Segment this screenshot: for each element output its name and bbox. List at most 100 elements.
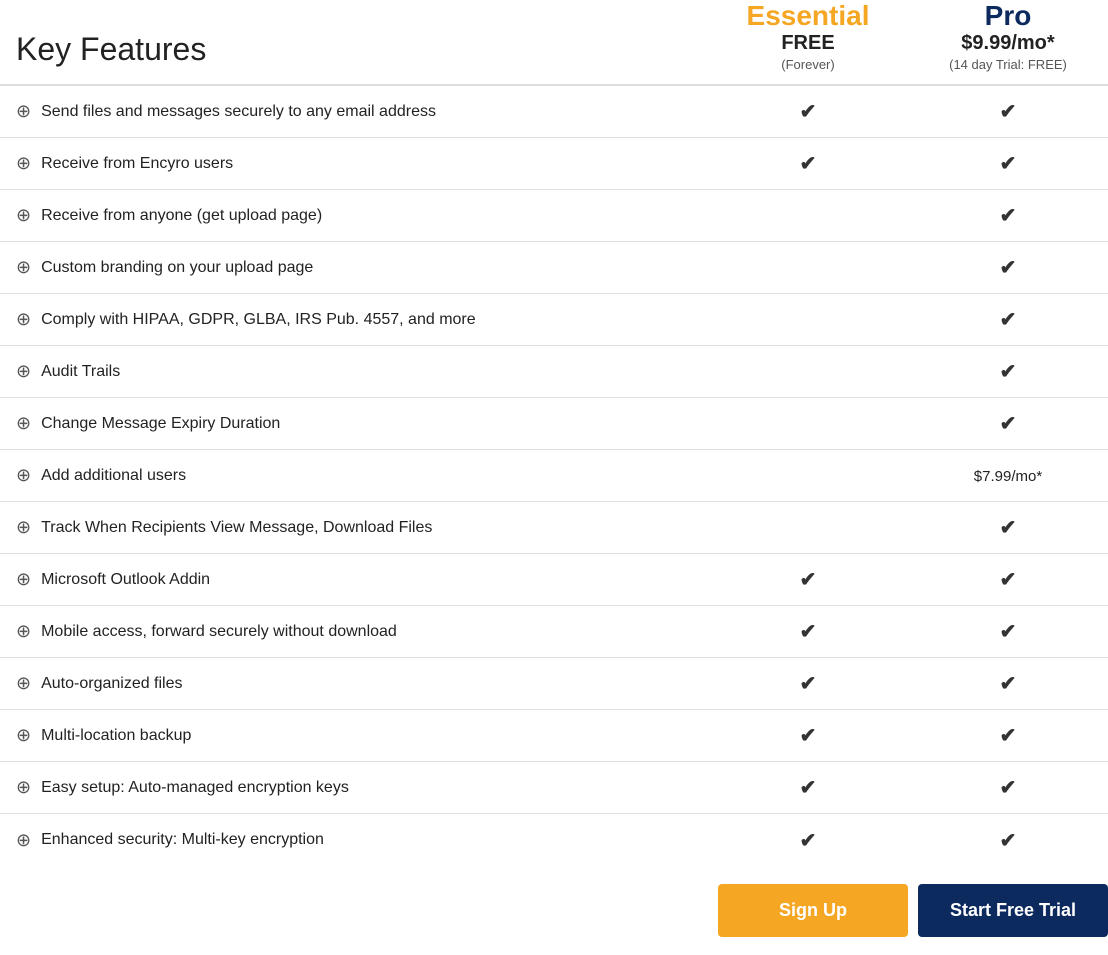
- essential-col: ✔: [708, 151, 908, 176]
- plus-icon[interactable]: ⊕: [16, 153, 31, 174]
- pro-col: ✔: [908, 203, 1108, 228]
- check-mark: ✔: [1000, 257, 1017, 279]
- features-table: ⊕ Send files and messages securely to any…: [0, 86, 1108, 866]
- plus-icon[interactable]: ⊕: [16, 205, 31, 226]
- check-mark: ✔: [800, 569, 817, 591]
- plus-icon[interactable]: ⊕: [16, 673, 31, 694]
- feature-label-col: ⊕ Receive from anyone (get upload page): [0, 195, 708, 236]
- page-wrapper: Key Features Essential FREE (Forever) Pr…: [0, 0, 1108, 955]
- feature-row: ⊕ Receive from Encyro users ✔ ✔: [0, 138, 1108, 190]
- feature-text: Comply with HIPAA, GDPR, GLBA, IRS Pub. …: [41, 311, 476, 329]
- check-mark: ✔: [1000, 725, 1017, 747]
- feature-row: ⊕ Send files and messages securely to any…: [0, 86, 1108, 138]
- check-mark: ✔: [1000, 205, 1017, 227]
- plus-icon[interactable]: ⊕: [16, 257, 31, 278]
- feature-row: ⊕Mobile access, forward securely without…: [0, 606, 1108, 658]
- feature-label-col: ⊕ Multi-location backup: [0, 715, 708, 756]
- essential-col: ✔: [708, 828, 908, 853]
- pro-plan-header: Pro $9.99/mo* (14 day Trial: FREE): [908, 0, 1108, 76]
- feature-text: Auto-organized files: [41, 675, 182, 693]
- feature-label-col: ⊕Mobile access, forward securely without…: [0, 611, 708, 652]
- feature-label-col: ⊕ Microsoft Outlook Addin: [0, 559, 708, 600]
- feature-text: Easy setup: Auto-managed encryption keys: [41, 779, 349, 797]
- pro-col: $7.99/mo*: [908, 464, 1108, 487]
- plus-icon[interactable]: ⊕: [16, 361, 31, 382]
- check-mark: ✔: [1000, 673, 1017, 695]
- feature-text: Multi-location backup: [41, 727, 191, 745]
- pro-plan-name: Pro: [908, 0, 1108, 32]
- check-mark: ✔: [1000, 830, 1017, 852]
- essential-plan-price: FREE: [708, 32, 908, 55]
- plus-icon[interactable]: ⊕: [16, 725, 31, 746]
- feature-label-col: ⊕ Send files and messages securely to any…: [0, 91, 708, 132]
- essential-col: ✔: [708, 619, 908, 644]
- plus-icon[interactable]: ⊕: [16, 101, 31, 122]
- feature-text: Microsoft Outlook Addin: [41, 571, 210, 589]
- essential-col: ✔: [708, 775, 908, 800]
- feature-row: ⊕ Enhanced security: Multi-key encryption…: [0, 814, 1108, 866]
- pro-plan-sub: (14 day Trial: FREE): [908, 57, 1108, 72]
- feature-label-col: ⊕ Track When Recipients View Message, Dow…: [0, 507, 708, 548]
- header-row: Key Features Essential FREE (Forever) Pr…: [0, 0, 1108, 86]
- essential-col: ✔: [708, 99, 908, 124]
- feature-row: ⊕ Track When Recipients View Message, Dow…: [0, 502, 1108, 554]
- check-mark: ✔: [800, 153, 817, 175]
- feature-row: ⊕ Easy setup: Auto-managed encryption key…: [0, 762, 1108, 814]
- check-mark: ✔: [1000, 101, 1017, 123]
- feature-label-col: ⊕Add additional users: [0, 455, 708, 496]
- header-title-col: Key Features: [0, 13, 708, 76]
- feature-label-col: ⊕ Easy setup: Auto-managed encryption key…: [0, 767, 708, 808]
- check-mark: ✔: [1000, 621, 1017, 643]
- page-title: Key Features: [16, 31, 708, 68]
- footer-row: Sign Up Start Free Trial: [0, 866, 1108, 955]
- feature-text: Receive from anyone (get upload page): [41, 207, 322, 225]
- plus-icon[interactable]: ⊕: [16, 309, 31, 330]
- feature-text: Change Message Expiry Duration: [41, 415, 280, 433]
- feature-text: Send files and messages securely to any …: [41, 103, 436, 121]
- start-trial-button[interactable]: Start Free Trial: [918, 884, 1108, 937]
- feature-text: Enhanced security: Multi-key encryption: [41, 831, 324, 849]
- pro-col: ✔: [908, 671, 1108, 696]
- plus-icon[interactable]: ⊕: [16, 465, 31, 486]
- feature-label-col: ⊕ Receive from Encyro users: [0, 143, 708, 184]
- pro-col: ✔: [908, 775, 1108, 800]
- essential-col: ✔: [708, 671, 908, 696]
- check-mark: ✔: [1000, 361, 1017, 383]
- pro-col: ✔: [908, 515, 1108, 540]
- check-mark: ✔: [1000, 569, 1017, 591]
- pro-col: ✔: [908, 151, 1108, 176]
- pro-price-value: $7.99/mo*: [974, 468, 1042, 485]
- plus-icon[interactable]: ⊕: [16, 830, 31, 851]
- feature-text: Receive from Encyro users: [41, 155, 233, 173]
- feature-text: Audit Trails: [41, 363, 120, 381]
- feature-label-col: ⊕ Audit Trails: [0, 351, 708, 392]
- feature-row: ⊕ Auto-organized files ✔ ✔: [0, 658, 1108, 710]
- pro-col: ✔: [908, 411, 1108, 436]
- feature-label-col: ⊕ Comply with HIPAA, GDPR, GLBA, IRS Pub.…: [0, 299, 708, 340]
- check-mark: ✔: [800, 101, 817, 123]
- feature-row: ⊕ Receive from anyone (get upload page) ✔: [0, 190, 1108, 242]
- essential-plan-name: Essential: [708, 0, 908, 32]
- plus-icon[interactable]: ⊕: [16, 569, 31, 590]
- pro-col: ✔: [908, 359, 1108, 384]
- pro-col: ✔: [908, 99, 1108, 124]
- plus-icon[interactable]: ⊕: [16, 777, 31, 798]
- plus-icon[interactable]: ⊕: [16, 413, 31, 434]
- plus-icon[interactable]: ⊕: [16, 621, 31, 642]
- plus-icon[interactable]: ⊕: [16, 517, 31, 538]
- feature-text: Track When Recipients View Message, Down…: [41, 519, 432, 537]
- pro-col: ✔: [908, 567, 1108, 592]
- pro-col: ✔: [908, 255, 1108, 280]
- check-mark: ✔: [1000, 413, 1017, 435]
- feature-row: ⊕ Comply with HIPAA, GDPR, GLBA, IRS Pub.…: [0, 294, 1108, 346]
- check-mark: ✔: [800, 621, 817, 643]
- feature-label-col: ⊕ Enhanced security: Multi-key encryption: [0, 820, 708, 861]
- signup-button[interactable]: Sign Up: [718, 884, 908, 937]
- feature-label-col: ⊕Custom branding on your upload page: [0, 247, 708, 288]
- pro-plan-price: $9.99/mo*: [908, 32, 1108, 55]
- feature-row: ⊕ Audit Trails ✔: [0, 346, 1108, 398]
- check-mark: ✔: [800, 725, 817, 747]
- feature-label-col: ⊕ Auto-organized files: [0, 663, 708, 704]
- pro-col: ✔: [908, 307, 1108, 332]
- essential-plan-sub: (Forever): [708, 57, 908, 72]
